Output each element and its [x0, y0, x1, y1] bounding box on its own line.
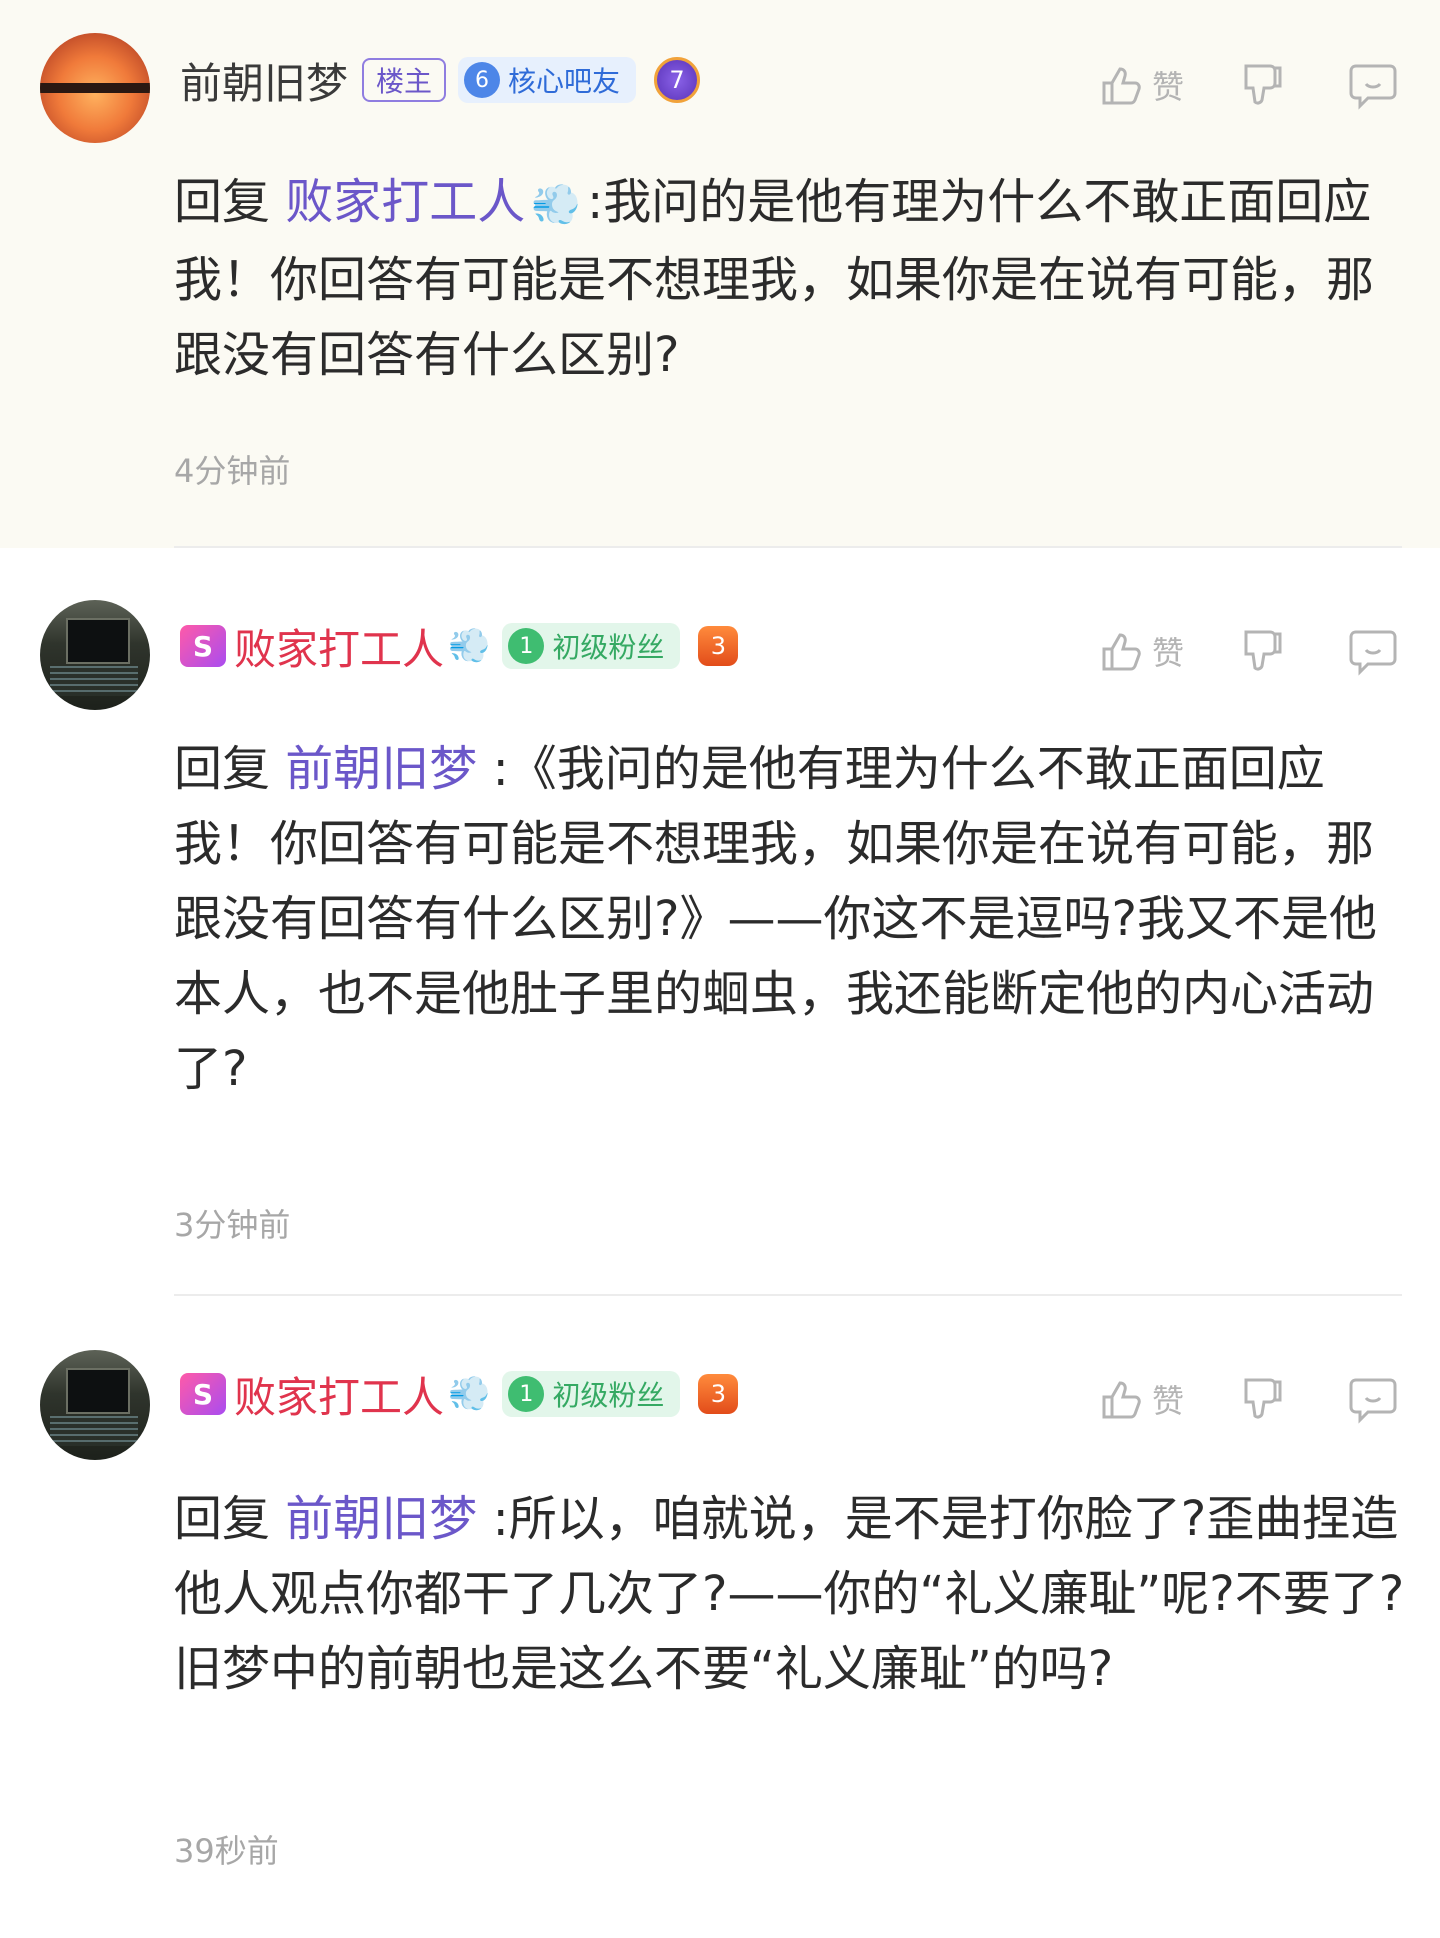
- mention-link[interactable]: 前朝旧梦: [285, 1491, 477, 1547]
- level-number: 1: [508, 628, 545, 664]
- comment-actions: 赞: [1098, 58, 1400, 112]
- medal-icon: 3: [698, 626, 739, 666]
- comment-header: 前朝旧梦 楼主 6 核心吧友 7: [180, 50, 701, 111]
- comment-item: S 败家打工人 💨 1 初级粉丝 3 赞 回复 前朝旧梦 :所以，咱就说，是不是…: [0, 1296, 1440, 1938]
- medal-icon: 3: [698, 1374, 739, 1414]
- level-badge: 1 初级粉丝: [502, 1371, 681, 1417]
- thumbs-up-icon: [1102, 67, 1141, 105]
- username[interactable]: 前朝旧梦: [180, 50, 348, 111]
- level-number: 6: [464, 62, 501, 98]
- comment-item: S 败家打工人 💨 1 初级粉丝 3 赞 回复 前朝旧梦 :《我问的是他有理为什…: [0, 548, 1440, 1296]
- vip-icon: S: [180, 625, 226, 667]
- timestamp: 3分钟前: [174, 1206, 291, 1244]
- comment-item: 前朝旧梦 楼主 6 核心吧友 7 赞 回复 败家打工人 💨:我问的是他有理为什么不…: [0, 0, 1440, 548]
- vip-icon: S: [180, 1373, 226, 1415]
- timestamp: 39秒前: [174, 1832, 279, 1870]
- like-button[interactable]: 赞: [1098, 61, 1184, 109]
- comment-header: S 败家打工人 💨 1 初级粉丝 3: [180, 616, 739, 677]
- thumbs-up-icon: [1102, 633, 1141, 671]
- avatar[interactable]: [40, 600, 150, 710]
- thumbs-down-icon[interactable]: [1238, 626, 1288, 676]
- thread-owner-tag: 楼主: [362, 58, 447, 102]
- avatar[interactable]: [40, 1350, 150, 1460]
- reply-prefix: 回复: [174, 741, 271, 797]
- wind-emoji-icon: 💨: [531, 182, 582, 228]
- medal-icon: 7: [654, 57, 701, 103]
- level-title: 初级粉丝: [552, 1379, 665, 1412]
- comment-bubble-icon[interactable]: [1346, 1372, 1400, 1426]
- like-button[interactable]: 赞: [1098, 627, 1184, 675]
- username[interactable]: 败家打工人: [234, 1364, 444, 1425]
- comment-actions: 赞: [1098, 624, 1400, 678]
- comment-bubble-icon[interactable]: [1346, 58, 1400, 112]
- comment-body: 回复 前朝旧梦 :《我问的是他有理为什么不敢正面回应我！你回答有可能是不想理我，…: [174, 732, 1410, 1107]
- thumbs-up-icon: [1102, 1381, 1141, 1419]
- wind-emoji-icon: 💨: [448, 1374, 491, 1414]
- thumbs-down-icon[interactable]: [1238, 1374, 1288, 1424]
- like-label: 赞: [1151, 1382, 1184, 1420]
- reply-prefix: 回复: [174, 1491, 271, 1547]
- level-badge: 1 初级粉丝: [502, 623, 681, 669]
- level-title: 初级粉丝: [552, 631, 665, 664]
- comment-header: S 败家打工人 💨 1 初级粉丝 3: [180, 1364, 739, 1425]
- level-badge: 6 核心吧友: [458, 57, 637, 103]
- comment-bubble-icon[interactable]: [1346, 624, 1400, 678]
- mention-link[interactable]: 败家打工人: [285, 174, 525, 230]
- like-label: 赞: [1151, 634, 1184, 672]
- reply-prefix: 回复: [174, 174, 271, 230]
- avatar[interactable]: [40, 33, 150, 143]
- like-button[interactable]: 赞: [1098, 1375, 1184, 1423]
- level-title: 核心吧友: [508, 65, 621, 98]
- mention-link[interactable]: 前朝旧梦: [285, 741, 477, 797]
- timestamp: 4分钟前: [174, 452, 291, 490]
- level-number: 1: [508, 1376, 545, 1412]
- username[interactable]: 败家打工人: [234, 616, 444, 677]
- comment-body: 回复 前朝旧梦 :所以，咱就说，是不是打你脸了?歪曲捏造他人观点你都干了几次了?…: [174, 1482, 1410, 1707]
- comment-body: 回复 败家打工人 💨:我问的是他有理为什么不敢正面回应我！你回答有可能是不想理我，…: [174, 165, 1410, 393]
- like-label: 赞: [1151, 68, 1184, 106]
- thumbs-down-icon[interactable]: [1238, 60, 1288, 110]
- comment-actions: 赞: [1098, 1372, 1400, 1426]
- wind-emoji-icon: 💨: [448, 626, 491, 666]
